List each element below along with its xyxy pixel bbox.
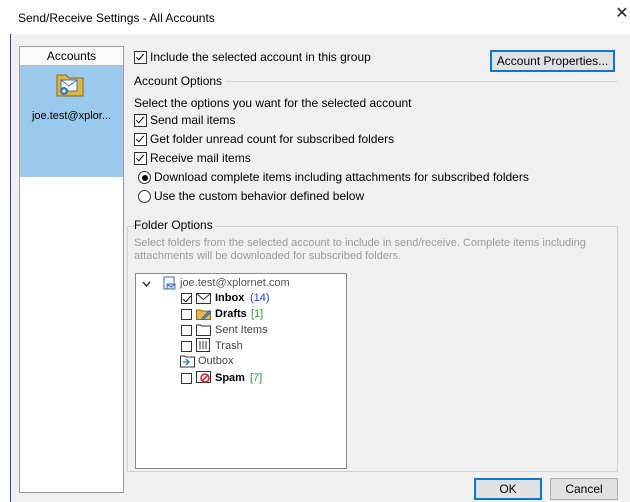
trash-icon: [196, 338, 210, 352]
folder-spam-count: [7]: [250, 372, 263, 384]
account-item-selected[interactable]: joe.test@xplor...: [20, 66, 123, 177]
receive-mail-checkbox[interactable]: [134, 152, 147, 165]
drafts-checkbox[interactable]: [181, 309, 192, 320]
folder-sent-label[interactable]: Sent Items: [215, 324, 268, 336]
account-properties-button[interactable]: Account Properties...: [490, 50, 615, 72]
folder-spam-label[interactable]: Spam: [215, 372, 245, 384]
folder-options-title: Folder Options: [134, 218, 216, 232]
include-account-checkbox[interactable]: [134, 51, 147, 64]
mailbox-icon: [163, 276, 176, 290]
custom-behavior-label: Use the custom behavior defined below: [154, 189, 365, 203]
unread-count-checkbox[interactable]: [134, 133, 147, 146]
sent-items-checkbox[interactable]: [181, 325, 192, 336]
custom-behavior-radio[interactable]: [138, 190, 151, 203]
account-options-title: Account Options: [134, 74, 223, 88]
ok-button[interactable]: OK: [474, 478, 542, 500]
account-options-description: Select the options you want for the sele…: [134, 96, 412, 110]
folder-outbox-label[interactable]: Outbox: [198, 355, 233, 367]
account-icon: [56, 74, 84, 97]
trash-checkbox[interactable]: [181, 341, 192, 352]
window-title: Send/Receive Settings - All Accounts: [18, 11, 215, 25]
accounts-panel[interactable]: Accounts joe.test@xplor...: [19, 46, 124, 493]
download-complete-radio[interactable]: [138, 171, 151, 184]
folder-drafts-count: [1]: [251, 308, 264, 320]
expand-chevron-icon[interactable]: [142, 280, 151, 289]
send-mail-checkbox[interactable]: [134, 114, 147, 127]
folder-drafts-label[interactable]: Drafts: [215, 308, 247, 320]
send-mail-label: Send mail items: [150, 113, 236, 127]
receive-mail-label: Receive mail items: [150, 151, 251, 165]
spam-icon: [196, 371, 211, 383]
download-complete-label: Download complete items including attach…: [154, 170, 529, 184]
tree-root-label[interactable]: joe.test@xplornet.com: [180, 277, 290, 289]
close-icon[interactable]: ✕: [614, 4, 630, 24]
unread-count-label: Get folder unread count for subscribed f…: [150, 132, 395, 146]
folder-inbox-label[interactable]: Inbox: [215, 292, 244, 304]
outbox-icon: [180, 355, 195, 368]
cancel-button[interactable]: Cancel: [550, 478, 618, 500]
include-account-label: Include the selected account in this gro…: [150, 50, 371, 64]
folder-icon: [196, 324, 211, 336]
spam-checkbox[interactable]: [181, 373, 192, 384]
account-name: joe.test@xplor...: [31, 110, 112, 122]
drafts-icon: [196, 309, 211, 320]
folder-trash-label[interactable]: Trash: [215, 340, 243, 352]
accounts-header: Accounts: [20, 47, 123, 66]
account-options-divider: [226, 81, 618, 82]
mail-icon: [196, 293, 211, 304]
inbox-checkbox[interactable]: [181, 293, 192, 304]
folder-inbox-count: (14): [250, 292, 270, 304]
folder-options-description: Select folders from the selected account…: [134, 237, 586, 262]
accounts-header-label: Accounts: [46, 49, 97, 63]
